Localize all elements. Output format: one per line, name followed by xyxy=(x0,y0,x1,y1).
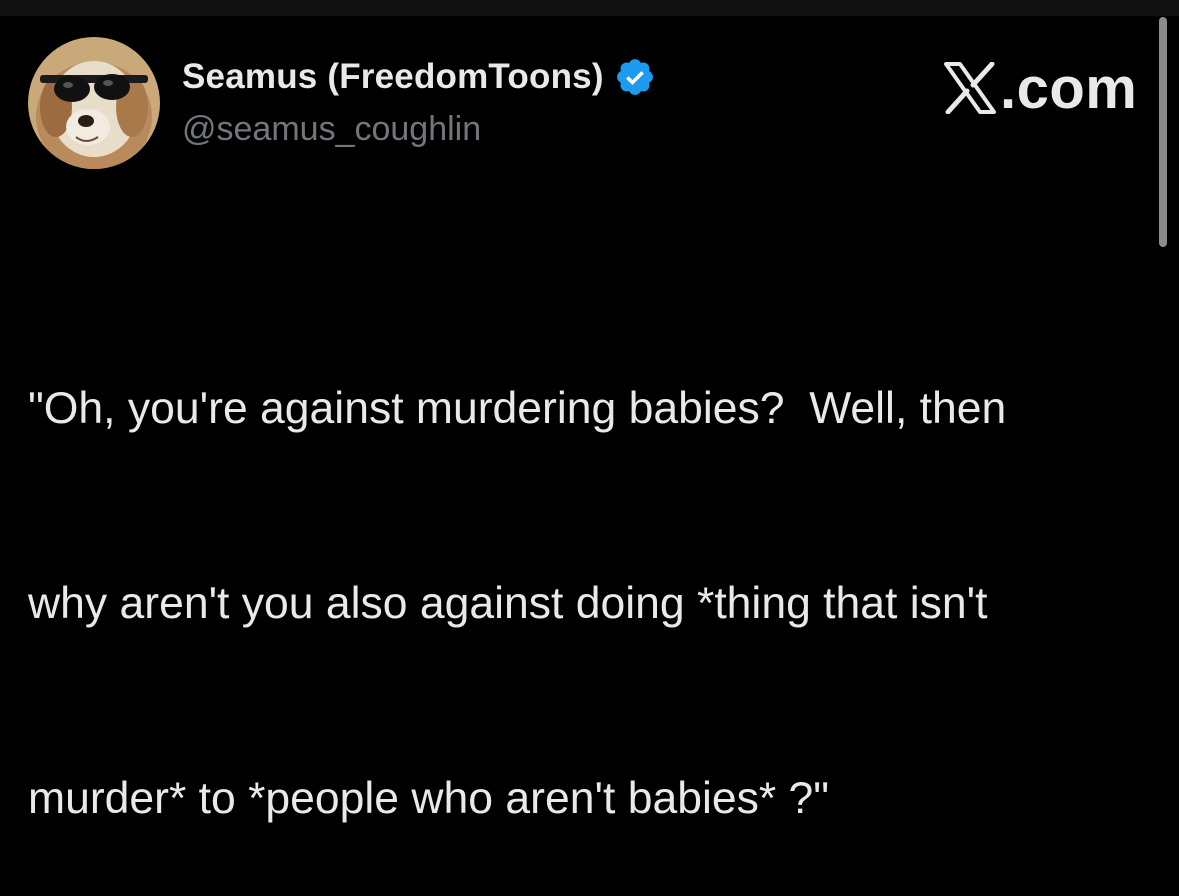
display-name-row[interactable]: Seamus (FreedomToons) xyxy=(182,54,656,100)
tweet-line: murder* to *people who aren't babies* ?" xyxy=(28,774,830,823)
avatar[interactable] xyxy=(28,37,160,169)
dog-avatar-image xyxy=(28,37,160,169)
tweet-text: "Oh, you're against murdering babies? We… xyxy=(28,246,1148,896)
scrollbar[interactable] xyxy=(1159,17,1167,247)
verified-badge-icon xyxy=(614,56,656,98)
tweet-line: "Oh, you're against murdering babies? We… xyxy=(28,384,1007,433)
brand-domain: .com xyxy=(1000,55,1138,121)
top-strip xyxy=(0,0,1179,16)
display-name[interactable]: Seamus (FreedomToons) xyxy=(182,57,604,97)
brand-watermark: .com xyxy=(942,55,1138,121)
x-logo-icon xyxy=(942,61,998,115)
tweet-line: why aren't you also against doing *thing… xyxy=(28,579,988,628)
author-handle[interactable]: @seamus_coughlin xyxy=(182,110,481,149)
